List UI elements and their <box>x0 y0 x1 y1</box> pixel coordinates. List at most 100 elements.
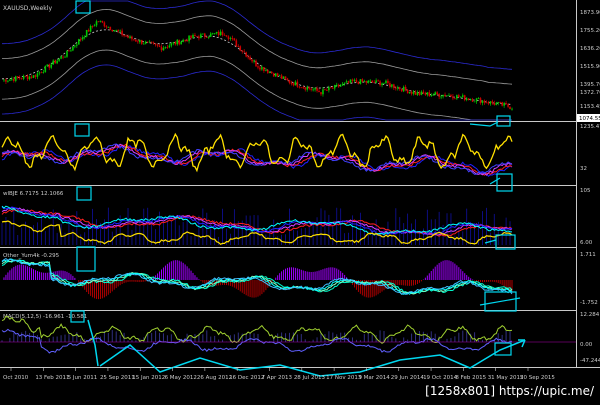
candle-body <box>72 46 74 51</box>
candle-body <box>255 60 257 67</box>
candle-body <box>150 41 153 43</box>
candle-body <box>249 57 251 60</box>
candle-body <box>436 92 438 95</box>
candle-body <box>493 103 496 105</box>
candle-body <box>158 45 161 47</box>
price-price-label: 1755.20 <box>580 28 600 34</box>
candle-body <box>74 45 76 47</box>
candle-body <box>389 83 391 87</box>
candle-body <box>48 64 51 68</box>
candle-body <box>495 103 498 105</box>
candle-body <box>168 45 171 48</box>
oscillator-2-label: wlBJE 6.7175 12.1066 <box>3 191 64 197</box>
time-axis-label: 15 Jan 2012 <box>132 375 165 381</box>
candle-body <box>113 30 116 32</box>
candle-body <box>184 39 186 41</box>
candle-body <box>426 92 429 95</box>
candle-body <box>5 79 7 82</box>
candle-body <box>190 35 192 38</box>
oscillator-2-price-label: 6.00 <box>580 240 593 246</box>
candle-body <box>404 86 407 90</box>
candle-body <box>361 79 364 82</box>
candle-body <box>312 89 314 91</box>
candle-body <box>434 92 437 95</box>
candle-body <box>34 75 37 77</box>
candle-body <box>501 102 503 106</box>
candle-body <box>115 29 118 31</box>
candle-body <box>440 96 442 98</box>
candle-body <box>172 42 175 44</box>
price-price-label: 1372.70 <box>580 90 600 96</box>
candle-body <box>290 82 293 84</box>
trading-chart-window[interactable]: XAUUSD,Weekly wlBJE 6.7175 12.1066 Other… <box>0 0 600 401</box>
candle-body <box>410 91 413 94</box>
candle-body <box>284 76 287 79</box>
candle-body <box>188 35 190 42</box>
candle-body <box>274 73 277 77</box>
chart-canvas[interactable]: XAUUSD,Weekly wlBJE 6.7175 12.1066 Other… <box>0 0 600 401</box>
candle-body <box>400 89 403 92</box>
candle-body <box>142 43 145 45</box>
candle-body <box>89 26 92 32</box>
candle-body <box>20 78 23 80</box>
candle-body <box>430 95 433 96</box>
price-price-label: 1153.45 <box>580 104 600 110</box>
candle-body <box>62 56 64 58</box>
candle-body <box>460 96 462 98</box>
price-price-label: 1515.90 <box>580 64 600 70</box>
candle-body <box>469 99 472 101</box>
time-axis-label: 28 Jul 2013 <box>294 375 326 381</box>
candle-body <box>347 81 350 83</box>
candle-body <box>485 102 488 104</box>
candle-body <box>332 87 334 89</box>
candle-body <box>235 40 238 47</box>
candle-body <box>105 26 108 28</box>
oscillator-1-price-label: 32 <box>580 166 587 172</box>
candle-body <box>129 36 131 38</box>
candle-body <box>137 41 139 43</box>
candle-body <box>30 76 33 78</box>
candle-body <box>406 89 409 94</box>
candle-body <box>310 88 312 90</box>
candle-body <box>162 47 165 51</box>
candle-body <box>16 76 19 78</box>
candle-body <box>282 76 285 79</box>
oscillator-2-price-label: 105 <box>580 188 591 194</box>
candle-body <box>243 51 246 53</box>
candle-body <box>70 50 72 52</box>
macd-label: MACD(5,12,5) -16.961 -10.581 <box>3 314 87 320</box>
candle-body <box>257 66 259 68</box>
candle-body <box>448 95 450 96</box>
candle-body <box>477 98 480 100</box>
candle-body <box>396 87 399 89</box>
candle-body <box>442 94 444 97</box>
candle-body <box>91 26 94 27</box>
candle-body <box>219 31 222 36</box>
candle-body <box>326 90 328 91</box>
candle-body <box>77 39 80 45</box>
candle-body <box>79 39 82 40</box>
candle-body <box>505 103 507 105</box>
price-price-label: 1873.90 <box>580 10 600 16</box>
candle-body <box>213 33 216 35</box>
candle-body <box>463 95 466 100</box>
candle-body <box>160 46 163 51</box>
candle-body <box>135 39 137 42</box>
candle-body <box>503 103 505 106</box>
candle-body <box>422 91 425 94</box>
candle-body <box>412 91 415 94</box>
candle-body <box>154 43 157 45</box>
candle-body <box>481 100 484 104</box>
candle-body <box>225 35 228 37</box>
candle-body <box>367 80 370 83</box>
candle-body <box>328 87 330 91</box>
candle-body <box>211 33 214 35</box>
candle-body <box>267 70 269 73</box>
candle-body <box>93 25 96 27</box>
candle-body <box>416 92 419 95</box>
candle-body <box>420 91 423 95</box>
candle-body <box>166 47 169 48</box>
candle-body <box>444 94 446 97</box>
candle-body <box>261 67 263 70</box>
candle-body <box>302 87 305 89</box>
